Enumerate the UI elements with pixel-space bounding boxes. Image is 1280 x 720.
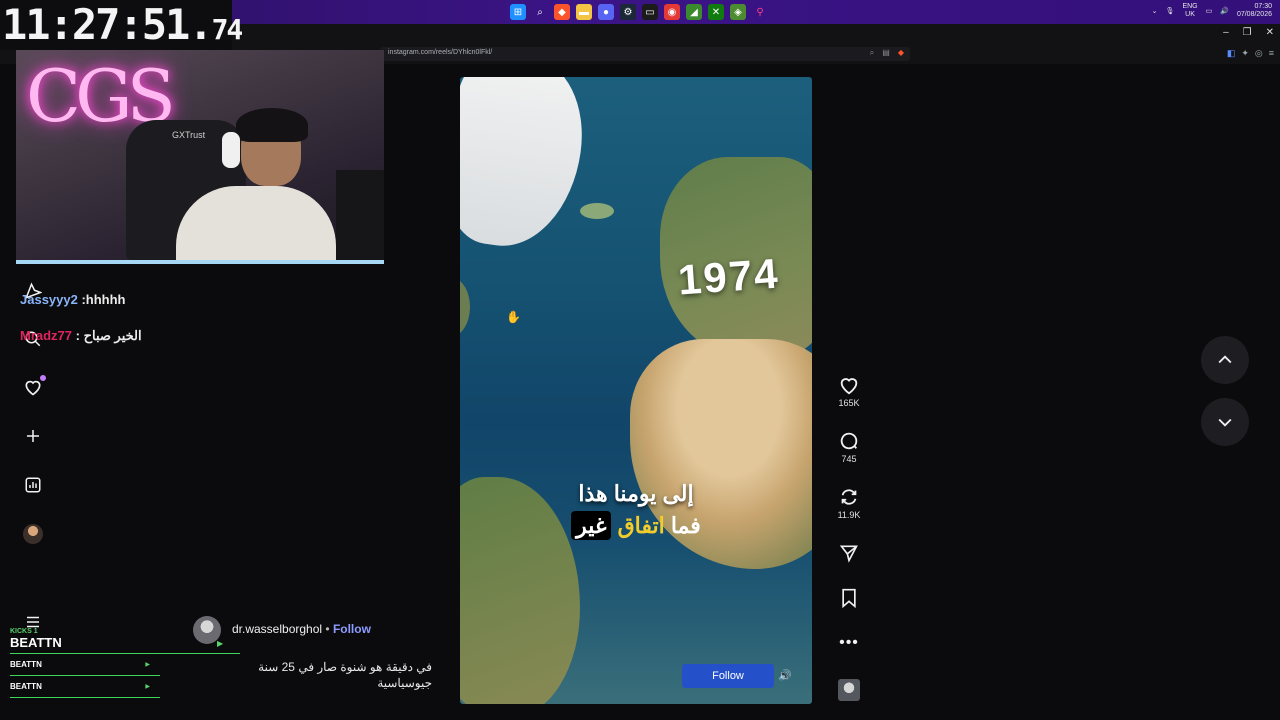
- shelf: [336, 170, 384, 260]
- language-indicator[interactable]: ENG UK: [1182, 3, 1197, 19]
- map-iceland: [580, 203, 614, 219]
- video-follow-button[interactable]: Follow: [682, 664, 774, 688]
- minecraft-icon[interactable]: ◈: [730, 4, 746, 20]
- chair-brand: GXTrust: [172, 130, 206, 140]
- audio-avatar[interactable]: [838, 679, 860, 701]
- brave-icon[interactable]: ◆: [554, 4, 570, 20]
- reel-video[interactable]: 1974 إلى يومنا هذا فما اتفاق غير Follow …: [460, 77, 812, 704]
- profile-avatar[interactable]: [22, 523, 44, 545]
- reader-mode-icon[interactable]: ▤: [882, 48, 890, 58]
- share-button[interactable]: [834, 542, 864, 564]
- repost-button[interactable]: 11.9K: [834, 486, 864, 520]
- stream-timer: 11:27:51.74: [0, 0, 243, 50]
- avatar: [23, 524, 43, 544]
- next-reel-button[interactable]: [1201, 398, 1249, 446]
- save-button[interactable]: [834, 587, 864, 609]
- streamer-body: [176, 186, 336, 260]
- wallet-icon[interactable]: ◎: [1255, 48, 1263, 59]
- follow-link[interactable]: Follow: [333, 622, 371, 636]
- map-north-america: [460, 277, 470, 337]
- address-bar[interactable]: instagram.com/reels/DYhlcn0lFkl/ ⌕ ▤ ◆: [380, 47, 910, 61]
- windows-icon[interactable]: ⊞: [510, 4, 526, 20]
- create-plus-icon[interactable]: [22, 425, 44, 447]
- subtitle-line-1: إلى يومنا هذا: [578, 481, 694, 506]
- like-button[interactable]: 165K: [834, 374, 864, 408]
- streamer-hair: [236, 108, 308, 142]
- kicks-row: BEATTN ▶: [10, 654, 160, 676]
- more-dots-icon: •••: [839, 634, 859, 651]
- comment-button[interactable]: 745: [834, 430, 864, 464]
- map-greenland: [460, 77, 593, 256]
- extension-icons: ◧ ✦ ◎ ≡: [1227, 48, 1274, 59]
- nvidia-icon[interactable]: ◢: [686, 4, 702, 20]
- webcam-feed: CGS GXTrust: [16, 50, 384, 264]
- chat-username: Mradz77: [20, 328, 73, 343]
- system-tray: ⌄ 🎙 ENG UK ▭ 🔊 07:30 07/08/2026: [1152, 3, 1272, 19]
- notification-dot: [40, 375, 46, 381]
- discord-icon[interactable]: ●: [598, 4, 614, 20]
- notifications-heart-icon[interactable]: [22, 375, 46, 398]
- chat-text: hhhhh: [85, 292, 126, 307]
- pin-icon[interactable]: ⚲: [752, 4, 768, 20]
- reel-caption[interactable]: في دقيقة هو شنوة صار في 25 سنة جيوسياسية: [244, 659, 432, 691]
- chat-username: Jassyyy2: [20, 292, 78, 307]
- extension-icon[interactable]: ◧: [1227, 48, 1236, 59]
- mouse-cursor-icon: ✋: [506, 310, 521, 324]
- kicks-leaderboard: KICKS 1 BEATTN BEATTN ▶ BEATTN ▶: [10, 628, 240, 698]
- kicks-leader-name: BEATTN: [10, 635, 62, 650]
- chat-text: الخير صباح: [83, 328, 142, 343]
- headset: [222, 132, 240, 168]
- puzzle-icon[interactable]: ✦: [1241, 48, 1249, 59]
- map-south-america: [460, 477, 580, 704]
- zoom-icon[interactable]: ⌕: [870, 48, 874, 58]
- url-text[interactable]: instagram.com/reels/DYhlcn0lFkl/: [388, 49, 492, 56]
- close-icon[interactable]: ✕: [1266, 27, 1274, 38]
- chevron-down-icon: [1218, 418, 1232, 427]
- minimize-icon[interactable]: –: [1223, 27, 1229, 38]
- chevron-up-icon[interactable]: ⌄: [1152, 7, 1158, 15]
- menu-icon[interactable]: ≡: [1269, 48, 1274, 59]
- taskbar-app-icons: ⊞ ⌕ ◆ ▬ ● ⚙ ▭ ◉ ◢ ✕ ◈ ⚲: [510, 4, 768, 20]
- live-indicator-icon: ▶: [217, 639, 224, 648]
- search-icon[interactable]: ⌕: [532, 4, 548, 20]
- terminal-icon[interactable]: ▭: [642, 4, 658, 20]
- more-options-button[interactable]: •••: [834, 632, 864, 654]
- chat-message: Mradz77 : الخير صباح: [20, 328, 142, 343]
- previous-reel-button[interactable]: [1201, 336, 1249, 384]
- author-line: dr.wasselborghol • Follow: [232, 622, 371, 636]
- window-controls: – ❐ ✕: [1223, 27, 1274, 38]
- insights-chart-icon[interactable]: [22, 474, 44, 496]
- play-icon: ▶: [145, 684, 150, 690]
- play-icon: ▶: [145, 662, 150, 668]
- repost-count: 11.9K: [837, 510, 861, 520]
- network-icon[interactable]: ▭: [1206, 7, 1213, 15]
- like-count: 165K: [838, 398, 860, 408]
- comment-count: 745: [841, 454, 857, 464]
- heart-icon: [834, 374, 864, 396]
- year-overlay: 1974: [676, 249, 781, 304]
- system-clock[interactable]: 07:30 07/08/2026: [1237, 3, 1272, 19]
- kicks-row: BEATTN ▶: [10, 676, 160, 698]
- send-icon: [834, 542, 864, 564]
- comment-icon: [834, 430, 864, 452]
- chevron-up-icon: [1218, 355, 1232, 364]
- chat-message: Jassyyy2 :hhhhh: [20, 292, 126, 307]
- restore-icon[interactable]: ❐: [1243, 27, 1252, 38]
- brave-shield-icon[interactable]: ◆: [898, 48, 904, 58]
- author-username[interactable]: dr.wasselborghol: [232, 622, 322, 636]
- subtitle-line-2: فما اتفاق غير: [460, 511, 812, 540]
- sound-icon[interactable]: 🔊: [778, 669, 792, 682]
- microphone-icon[interactable]: 🎙: [1166, 7, 1175, 15]
- folder-icon[interactable]: ▬: [576, 4, 592, 20]
- repost-icon: [834, 486, 864, 508]
- volume-icon[interactable]: 🔊: [1220, 7, 1229, 15]
- xbox-icon[interactable]: ✕: [708, 4, 724, 20]
- chrome-icon[interactable]: ◉: [664, 4, 680, 20]
- steam-icon[interactable]: ⚙: [620, 4, 636, 20]
- address-bar-actions: ⌕ ▤ ◆: [870, 48, 904, 58]
- bookmark-icon: [834, 587, 864, 609]
